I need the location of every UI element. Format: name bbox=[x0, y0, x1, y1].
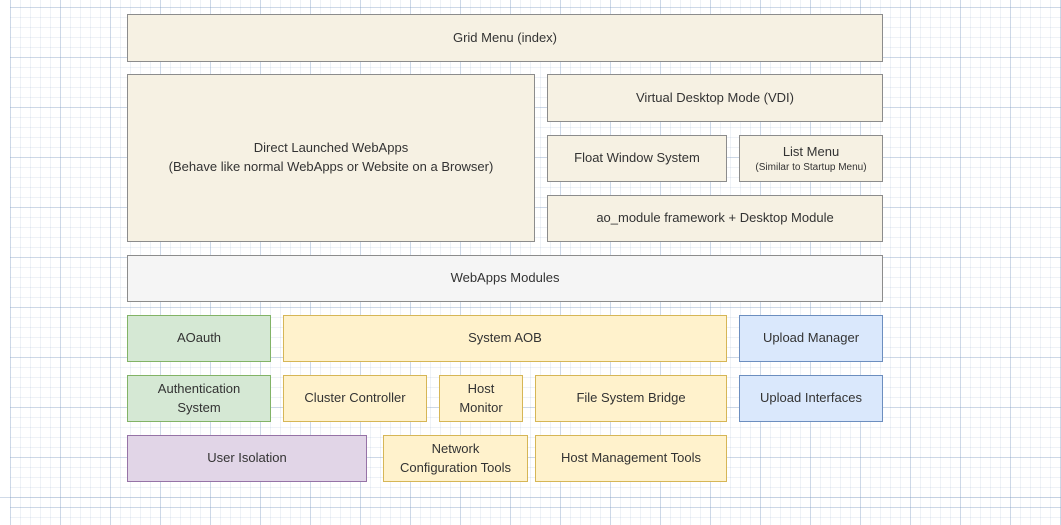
box-host-management-tools-label: Host Management Tools bbox=[561, 449, 701, 468]
box-virtual-desktop-mode-label: Virtual Desktop Mode (VDI) bbox=[636, 89, 794, 108]
box-upload-interfaces: Upload Interfaces bbox=[739, 375, 883, 422]
diagram-canvas: Grid Menu (index) Direct Launched WebApp… bbox=[0, 0, 1061, 525]
box-aoauth-label: AOauth bbox=[177, 329, 221, 348]
page-edge-line bbox=[0, 497, 1061, 498]
canvas-left-margin bbox=[0, 0, 10, 525]
box-user-isolation: User Isolation bbox=[127, 435, 367, 482]
box-list-menu: List Menu (Similar to Startup Menu) bbox=[739, 135, 883, 182]
box-ao-module-framework-label: ao_module framework + Desktop Module bbox=[596, 209, 833, 228]
box-network-configuration-tools: Network Configuration Tools bbox=[383, 435, 528, 482]
box-float-window-system: Float Window System bbox=[547, 135, 727, 182]
box-ao-module-framework: ao_module framework + Desktop Module bbox=[547, 195, 883, 242]
box-grid-menu-label: Grid Menu (index) bbox=[453, 29, 557, 48]
box-list-menu-sublabel: (Similar to Startup Menu) bbox=[755, 161, 866, 174]
box-direct-launched-webapps-label: Direct Launched WebApps (Behave like nor… bbox=[169, 139, 494, 177]
box-upload-manager: Upload Manager bbox=[739, 315, 883, 362]
box-file-system-bridge-label: File System Bridge bbox=[576, 389, 685, 408]
box-grid-menu: Grid Menu (index) bbox=[127, 14, 883, 62]
box-list-menu-label: List Menu bbox=[783, 143, 839, 162]
box-webapps-modules-label: WebApps Modules bbox=[451, 269, 560, 288]
box-authentication-system: Authentication System bbox=[127, 375, 271, 422]
box-host-monitor-label: Host Monitor bbox=[459, 380, 502, 418]
box-authentication-system-label: Authentication System bbox=[158, 380, 240, 418]
box-file-system-bridge: File System Bridge bbox=[535, 375, 727, 422]
box-direct-launched-webapps: Direct Launched WebApps (Behave like nor… bbox=[127, 74, 535, 242]
box-cluster-controller-label: Cluster Controller bbox=[304, 389, 405, 408]
box-virtual-desktop-mode: Virtual Desktop Mode (VDI) bbox=[547, 74, 883, 122]
box-user-isolation-label: User Isolation bbox=[207, 449, 286, 468]
box-cluster-controller: Cluster Controller bbox=[283, 375, 427, 422]
box-float-window-system-label: Float Window System bbox=[574, 149, 700, 168]
box-upload-manager-label: Upload Manager bbox=[763, 329, 859, 348]
box-webapps-modules: WebApps Modules bbox=[127, 255, 883, 302]
box-host-management-tools: Host Management Tools bbox=[535, 435, 727, 482]
box-network-configuration-tools-label: Network Configuration Tools bbox=[400, 440, 511, 478]
box-upload-interfaces-label: Upload Interfaces bbox=[760, 389, 862, 408]
box-system-aob: System AOB bbox=[283, 315, 727, 362]
box-host-monitor: Host Monitor bbox=[439, 375, 523, 422]
box-system-aob-label: System AOB bbox=[468, 329, 542, 348]
box-aoauth: AOauth bbox=[127, 315, 271, 362]
